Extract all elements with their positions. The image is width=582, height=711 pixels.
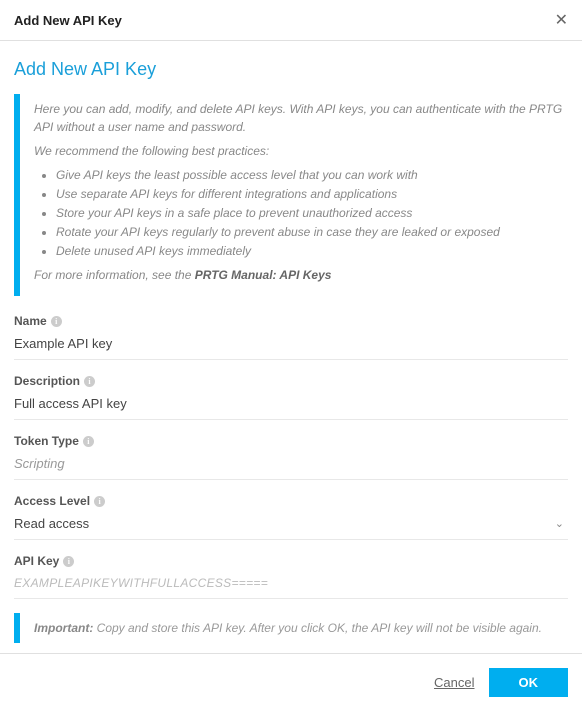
ok-button[interactable]: OK: [489, 668, 569, 697]
description-input[interactable]: [14, 392, 568, 415]
field-label: Token Type i: [14, 434, 568, 448]
field-name: Name i: [14, 314, 568, 360]
access-level-select[interactable]: ⌄: [14, 512, 568, 535]
section-heading: Add New API Key: [14, 59, 568, 80]
list-item: Give API keys the least possible access …: [56, 166, 568, 184]
info-intro: Here you can add, modify, and delete API…: [34, 100, 568, 136]
best-practices-list: Give API keys the least possible access …: [34, 166, 568, 260]
chevron-down-icon: ⌄: [555, 517, 568, 530]
cancel-button[interactable]: Cancel: [434, 675, 474, 690]
dialog-title: Add New API Key: [14, 13, 122, 28]
field-access-level: Access Level i ⌄: [14, 494, 568, 540]
dialog-footer: Cancel OK: [0, 653, 582, 711]
manual-link[interactable]: PRTG Manual: API Keys: [195, 268, 332, 282]
dialog-content: Add New API Key Here you can add, modify…: [0, 41, 582, 653]
info-more: For more information, see the PRTG Manua…: [34, 266, 568, 284]
api-key-value: EXAMPLEAPIKEYWITHFULLACCESS=====: [14, 572, 568, 594]
name-input[interactable]: [14, 332, 568, 355]
dialog-header: Add New API Key ✕: [0, 0, 582, 41]
info-text: Here you can add, modify, and delete API…: [34, 100, 568, 284]
list-item: Rotate your API keys regularly to preven…: [56, 223, 568, 241]
list-item: Use separate API keys for different inte…: [56, 185, 568, 203]
field-label: Access Level i: [14, 494, 568, 508]
important-text: Important: Copy and store this API key. …: [34, 621, 568, 635]
close-icon[interactable]: ✕: [555, 10, 568, 30]
info-recommend: We recommend the following best practice…: [34, 142, 568, 160]
access-level-value[interactable]: [14, 512, 555, 535]
info-box: Here you can add, modify, and delete API…: [14, 94, 568, 296]
important-box: Important: Copy and store this API key. …: [14, 613, 568, 643]
important-label: Important:: [34, 621, 93, 635]
info-icon[interactable]: i: [84, 376, 95, 387]
token-type-value: Scripting: [14, 452, 568, 475]
info-icon[interactable]: i: [83, 436, 94, 447]
info-icon[interactable]: i: [94, 496, 105, 507]
field-label: API Key i: [14, 554, 568, 568]
field-label: Name i: [14, 314, 568, 328]
field-token-type: Token Type i Scripting: [14, 434, 568, 480]
field-label: Description i: [14, 374, 568, 388]
field-api-key: API Key i EXAMPLEAPIKEYWITHFULLACCESS===…: [14, 554, 568, 599]
list-item: Delete unused API keys immediately: [56, 242, 568, 260]
info-icon[interactable]: i: [63, 556, 74, 567]
field-description: Description i: [14, 374, 568, 420]
list-item: Store your API keys in a safe place to p…: [56, 204, 568, 222]
info-icon[interactable]: i: [51, 316, 62, 327]
